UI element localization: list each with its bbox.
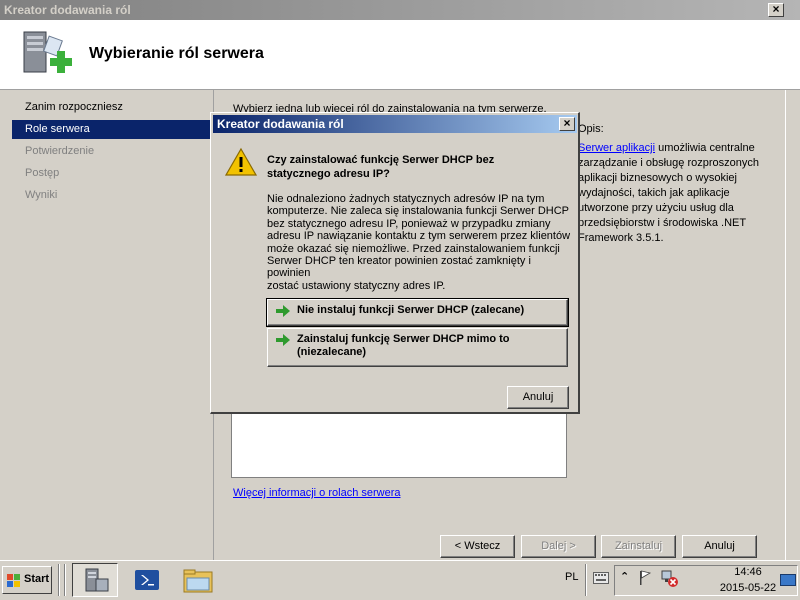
description-line: utworzone przy użyciu usług dla <box>578 202 734 214</box>
dialog-body-line: może okazać się niemożliwe. Przed zainst… <box>267 242 560 255</box>
option-label: Zainstaluj funkcję Serwer DHCP mimo to <box>297 333 510 345</box>
install-button: Zainstaluj <box>601 535 676 558</box>
dialog-body: Nie odnaleziono żadnych statycznych adre… <box>267 193 572 292</box>
taskbar-divider <box>585 564 587 596</box>
keyboard-icon[interactable] <box>593 572 609 584</box>
option-label: (niezalecane) <box>297 346 367 358</box>
warning-icon <box>225 147 257 176</box>
dialog-cancel-button[interactable]: Anuluj <box>507 386 569 409</box>
dialog-body-line: adresu IP nawiązanie kontaktu z tym serw… <box>267 230 571 243</box>
nav-item-confirmation: Potwierdzenie <box>25 145 95 157</box>
install-dhcp-anyway-button[interactable]: Zainstaluj funkcję Serwer DHCP mimo to (… <box>267 328 568 367</box>
green-arrow-icon <box>276 305 290 317</box>
back-button[interactable]: < Wstecz <box>440 535 515 558</box>
wizard-close-button[interactable]: × <box>768 3 784 17</box>
cancel-button[interactable]: Anuluj <box>682 535 757 558</box>
description-text: Serwer aplikacji umożliwia centralne zar… <box>578 141 778 246</box>
dhcp-warning-dialog: Kreator dodawania ról × Czy zainstalować… <box>210 112 580 414</box>
dialog-body-line: bez statycznego adresu IP, ponieważ w pr… <box>267 217 551 230</box>
action-center-flag-icon[interactable] <box>638 570 652 586</box>
taskbar-divider <box>64 564 66 596</box>
network-disconnected-icon[interactable] <box>660 570 680 588</box>
wizard-title: Kreator dodawania ról <box>4 3 131 17</box>
wizard-titlebar[interactable]: Kreator dodawania ról × <box>0 0 800 20</box>
dialog-body-line: Nie odnaleziono żadnych statycznych adre… <box>267 193 545 205</box>
server-manager-taskbar-button[interactable] <box>72 563 118 597</box>
description-line: przedsiębiorstw i środowiska .NET <box>578 217 747 229</box>
explorer-taskbar-button[interactable] <box>174 563 220 597</box>
nav-item-progress: Postęp <box>25 167 60 179</box>
option-label: Nie instaluj funkcji Serwer DHCP (zaleca… <box>297 304 525 316</box>
description-line: Framework 3.5.1. <box>578 232 664 244</box>
windows-logo-icon <box>7 574 20 587</box>
start-label: Start <box>24 573 50 585</box>
show-hidden-icons-chevron-icon[interactable]: ⌃ <box>620 570 629 583</box>
green-arrow-icon <box>276 334 290 346</box>
dialog-close-button[interactable]: × <box>559 117 575 131</box>
description-line: wydajności, takich jak aplikacje <box>578 187 730 199</box>
page-title: Wybieranie ról serwera <box>89 45 264 62</box>
server-roles-icon <box>23 31 72 73</box>
wizard-header: Wybieranie ról serwera <box>0 20 800 90</box>
powershell-icon <box>135 570 159 590</box>
clock-date[interactable]: 2015-05-22 <box>712 582 784 594</box>
clock-time[interactable]: 14:46 <box>718 566 778 578</box>
more-info-link[interactable]: Więcej informacji o rolach serwera <box>233 487 401 499</box>
taskbar: Start PL ⌃ <box>0 560 800 600</box>
nav-item-before-you-begin[interactable]: Zanim rozpoczniesz <box>12 98 212 117</box>
description-line: aplikacji biznesowych o wysokiej <box>578 172 737 184</box>
description-line: umożliwia centralne <box>658 142 755 154</box>
description-line: zarządzanie i obsługę rozproszonych <box>578 157 759 169</box>
next-button: Dalej > <box>521 535 596 558</box>
dialog-body-line: zostać ustawiony statyczny adres IP. <box>267 279 446 292</box>
folder-icon <box>183 569 213 593</box>
dialog-titlebar[interactable]: Kreator dodawania ról × <box>213 115 577 133</box>
nav-item-results: Wyniki <box>25 189 58 201</box>
powershell-taskbar-button[interactable] <box>124 563 170 597</box>
window-right-edge <box>785 90 800 560</box>
server-manager-icon <box>85 568 109 592</box>
language-indicator[interactable]: PL <box>565 571 578 583</box>
dialog-body-line: Serwer DHCP ten kreator powinien zostać … <box>267 255 531 280</box>
dont-install-dhcp-button[interactable]: Nie instaluj funkcji Serwer DHCP (zaleca… <box>266 298 569 327</box>
start-button[interactable]: Start <box>2 566 52 594</box>
description-heading: Opis: <box>578 123 604 135</box>
dialog-question: Czy zainstalować funkcję Serwer DHCP bez… <box>267 154 495 180</box>
dialog-title: Kreator dodawania ról <box>217 117 344 131</box>
wizard-nav-pane: Zanim rozpoczniesz Role serwera Potwierd… <box>0 90 214 560</box>
dialog-body-line: komputerze. Nie zaleca się instalowania … <box>267 205 570 218</box>
nav-item-server-roles[interactable]: Role serwera <box>12 120 212 139</box>
application-server-link[interactable]: Serwer aplikacji <box>578 142 655 154</box>
taskbar-divider <box>58 564 60 596</box>
